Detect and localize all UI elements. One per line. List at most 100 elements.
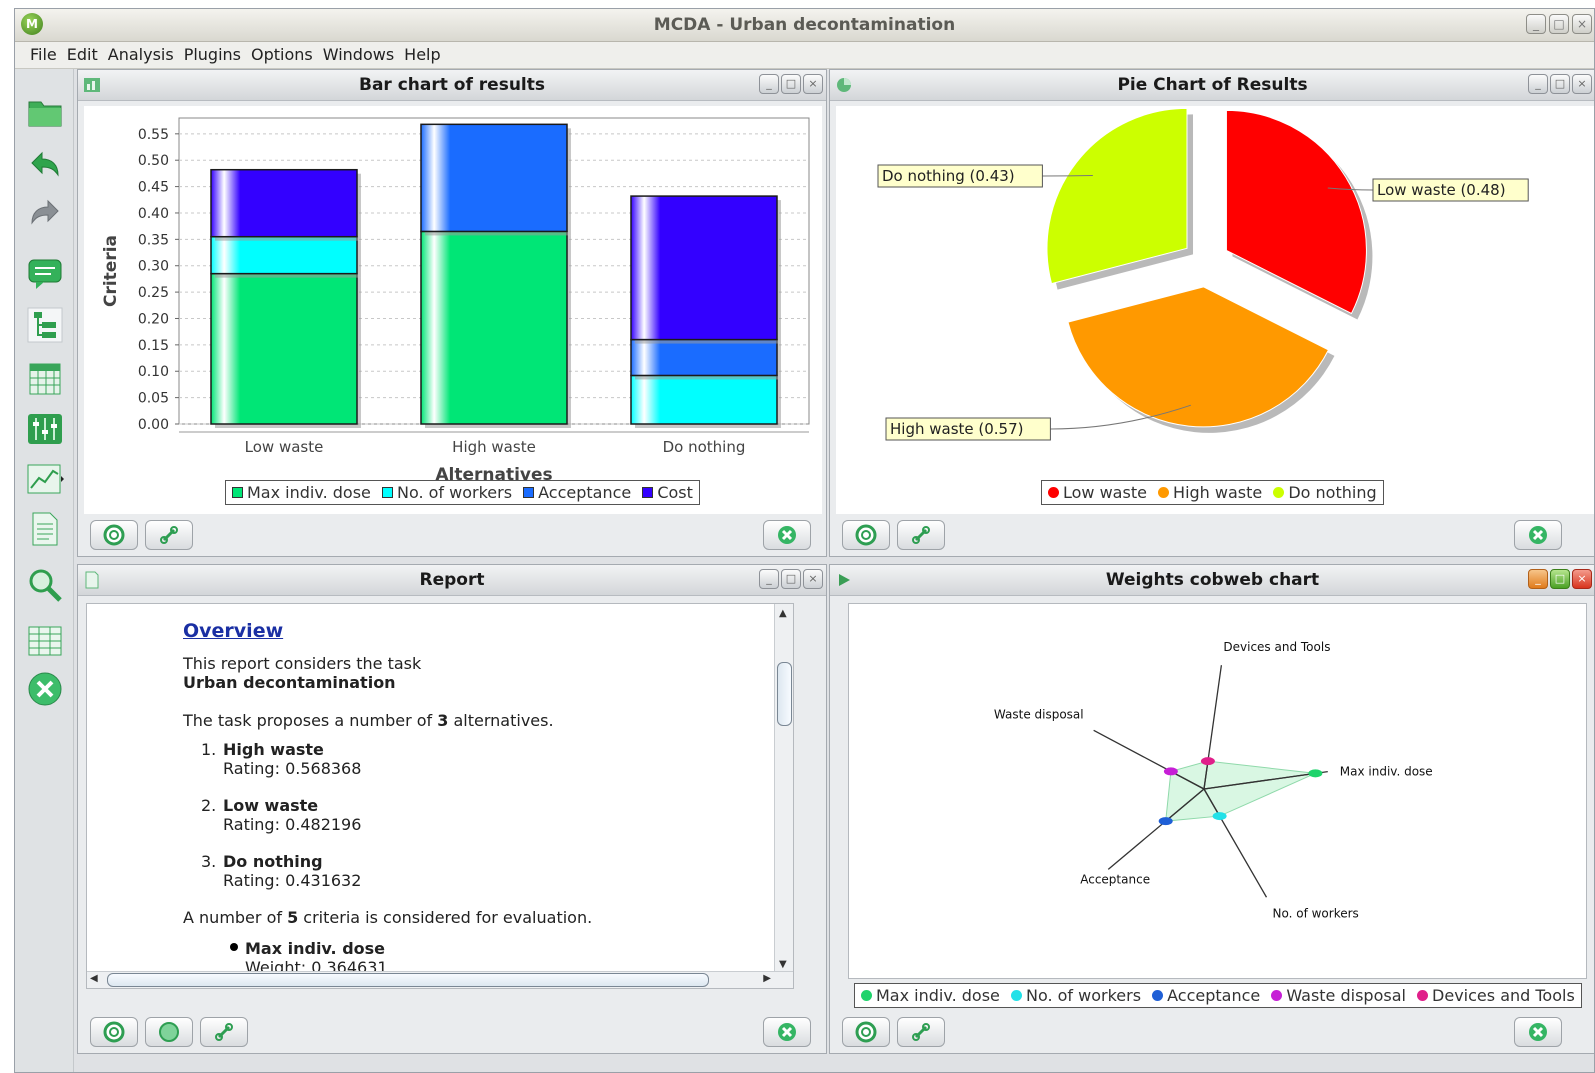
overview-link[interactable]: Overview bbox=[183, 620, 783, 642]
close-panel-button[interactable] bbox=[1514, 520, 1562, 550]
remove-icon[interactable] bbox=[25, 669, 65, 709]
table-icon[interactable] bbox=[25, 621, 65, 661]
scroll-thumb[interactable] bbox=[777, 662, 792, 726]
y-tick-label: 0.45 bbox=[138, 180, 169, 196]
radar-point bbox=[1158, 817, 1173, 826]
link-button[interactable] bbox=[145, 520, 193, 550]
y-tick-label: 0.20 bbox=[138, 311, 169, 327]
cobweb-legend: Max indiv. dose No. of workers Acceptanc… bbox=[854, 983, 1582, 1008]
bar-legend-item: Max indiv. dose bbox=[232, 483, 371, 502]
report-task-name: Urban decontamination bbox=[183, 673, 396, 692]
pie-chart-panel-title: Pie Chart of Results bbox=[1117, 75, 1308, 95]
link-icon bbox=[215, 1023, 233, 1041]
window-minimize-button[interactable]: _ bbox=[1526, 14, 1546, 34]
menu-plugins[interactable]: Plugins bbox=[179, 42, 246, 68]
radar-axis-label: Devices and Tools bbox=[1223, 640, 1330, 654]
report-panel-header[interactable]: Report _ □ × bbox=[78, 565, 826, 596]
window-title: MCDA - Urban decontamination bbox=[653, 15, 956, 35]
report-content: Overview This report considers the task … bbox=[86, 603, 794, 989]
panel-close-button[interactable]: × bbox=[1572, 569, 1592, 589]
panel-minimize-button[interactable]: _ bbox=[1528, 74, 1548, 94]
pie-legend-item: Do nothing bbox=[1273, 483, 1377, 502]
pie-legend-item: Low waste bbox=[1048, 483, 1147, 502]
pie-chart: Low waste (0.48) High waste (0.57) Do noth… bbox=[877, 107, 1529, 441]
cobweb-legend-item: Devices and Tools bbox=[1417, 986, 1575, 1005]
menu-file[interactable]: File bbox=[25, 42, 62, 68]
list-item: 3. Do nothing Rating: 0.431632 bbox=[201, 852, 362, 890]
undo-icon[interactable] bbox=[25, 144, 65, 184]
redo-icon[interactable] bbox=[25, 192, 65, 232]
bar-segment bbox=[210, 272, 358, 425]
panel-maximize-button[interactable]: □ bbox=[781, 569, 801, 589]
close-icon bbox=[1529, 526, 1547, 544]
panel-close-button[interactable]: × bbox=[803, 74, 823, 94]
close-panel-button[interactable] bbox=[763, 520, 811, 550]
panel-minimize-button[interactable]: _ bbox=[759, 569, 779, 589]
lifebuoy-icon bbox=[103, 524, 125, 546]
link-button[interactable] bbox=[897, 1017, 945, 1047]
menu-edit[interactable]: Edit bbox=[62, 42, 103, 68]
document-icon[interactable] bbox=[25, 509, 65, 549]
help-button[interactable] bbox=[842, 520, 890, 550]
help-button[interactable] bbox=[842, 1017, 890, 1047]
menu-options[interactable]: Options bbox=[246, 42, 318, 68]
globe-button[interactable] bbox=[145, 1017, 193, 1047]
close-icon bbox=[778, 1023, 796, 1041]
y-axis-label: Criteria bbox=[101, 235, 121, 307]
cobweb-chart-panel: Weights cobweb chart _ □ × Devices and T… bbox=[829, 564, 1594, 1054]
panel-maximize-button[interactable]: □ bbox=[1550, 569, 1570, 589]
sliders-icon[interactable] bbox=[25, 409, 65, 449]
y-tick-label: 0.55 bbox=[138, 127, 169, 143]
close-panel-button[interactable] bbox=[1514, 1017, 1562, 1047]
panel-maximize-button[interactable]: □ bbox=[1550, 74, 1570, 94]
scroll-thumb[interactable] bbox=[107, 973, 709, 987]
menu-help[interactable]: Help bbox=[399, 42, 445, 68]
window-maximize-button[interactable]: □ bbox=[1549, 14, 1569, 34]
cobweb-legend-item: Max indiv. dose bbox=[861, 986, 1000, 1005]
line-chart-icon[interactable] bbox=[25, 459, 65, 499]
menu-analysis[interactable]: Analysis bbox=[103, 42, 179, 68]
scroll-up-icon[interactable]: ▲ bbox=[779, 608, 787, 619]
open-folder-icon[interactable] bbox=[25, 93, 65, 133]
report-vertical-scrollbar[interactable]: ▲ ▼ bbox=[774, 604, 793, 988]
close-panel-button[interactable] bbox=[763, 1017, 811, 1047]
window-close-button[interactable]: × bbox=[1572, 14, 1592, 34]
pie-chart-panel-header[interactable]: Pie Chart of Results _ □ × bbox=[830, 70, 1594, 101]
bar-segment bbox=[630, 374, 778, 425]
tree-icon[interactable] bbox=[25, 305, 65, 345]
bar-chart-area: 0.00 0.05 0.10 0.15 0.20 0.25 0.30 0.35 0.40 0.45… bbox=[84, 106, 822, 514]
scroll-down-icon[interactable]: ▼ bbox=[779, 959, 787, 970]
comment-icon[interactable] bbox=[25, 254, 65, 294]
calendar-icon[interactable] bbox=[25, 359, 65, 399]
bar-segment bbox=[420, 230, 568, 425]
lifebuoy-icon bbox=[855, 524, 877, 546]
bar-chart-panel-header[interactable]: Bar chart of results _ □ × bbox=[78, 70, 826, 101]
help-button[interactable] bbox=[90, 520, 138, 550]
y-tick-label: 0.10 bbox=[138, 364, 169, 380]
scroll-left-icon[interactable]: ◀ bbox=[90, 973, 98, 984]
scroll-right-icon[interactable]: ▶ bbox=[763, 973, 771, 984]
report-horizontal-scrollbar[interactable]: ◀ ▶ bbox=[87, 971, 793, 988]
cobweb-chart-panel-header[interactable]: Weights cobweb chart _ □ × bbox=[830, 565, 1594, 596]
menu-windows[interactable]: Windows bbox=[318, 42, 399, 68]
panel-close-button[interactable]: × bbox=[1572, 74, 1592, 94]
bar-legend-item: No. of workers bbox=[381, 483, 512, 502]
x-tick-label: Low waste bbox=[245, 438, 324, 456]
panel-close-button[interactable]: × bbox=[803, 569, 823, 589]
panel-minimize-button[interactable]: _ bbox=[1528, 569, 1548, 589]
panel-maximize-button[interactable]: □ bbox=[781, 74, 801, 94]
side-toolbar bbox=[15, 69, 74, 1072]
link-button[interactable] bbox=[897, 520, 945, 550]
cobweb-legend-item: Acceptance bbox=[1152, 986, 1260, 1005]
bar-legend: Max indiv. dose No. of workers Acceptanc… bbox=[225, 480, 700, 505]
search-icon[interactable] bbox=[25, 565, 65, 605]
panel-minimize-button[interactable]: _ bbox=[759, 74, 779, 94]
help-button[interactable] bbox=[90, 1017, 138, 1047]
link-button[interactable] bbox=[200, 1017, 248, 1047]
y-tick-label: 0.15 bbox=[138, 338, 169, 354]
y-tick-label: 0.30 bbox=[138, 259, 169, 275]
radar-axis-label: No. of workers bbox=[1273, 906, 1359, 920]
title-bar[interactable]: M MCDA - Urban decontamination _ □ × bbox=[15, 9, 1594, 42]
radar-axis-label: Max indiv. dose bbox=[1340, 765, 1433, 779]
bar-segment bbox=[420, 123, 568, 233]
